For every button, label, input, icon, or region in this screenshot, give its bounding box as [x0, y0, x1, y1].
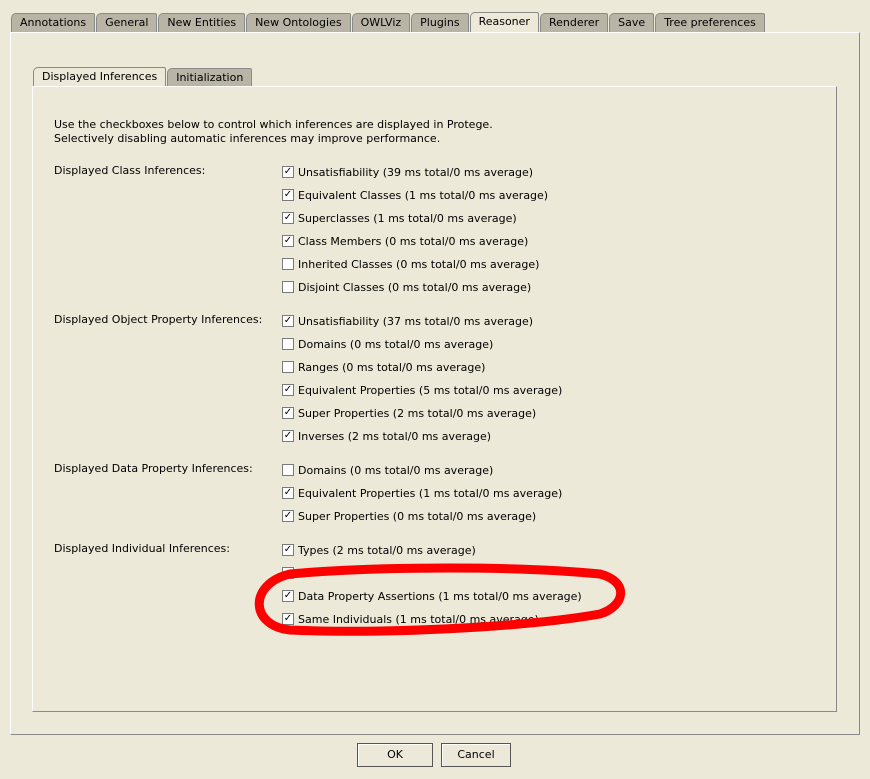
inference-checkbox-row[interactable]: ✓ Super Properties (0 ms total/0 ms avera…	[282, 508, 536, 524]
inference-checkbox-row[interactable]: Inherited Classes (0 ms total/0 ms avera…	[282, 256, 539, 272]
inference-checkbox-row[interactable]: ✓ Superclasses (1 ms total/0 ms average)	[282, 210, 517, 226]
inference-checkbox-row[interactable]: Disjoint Classes (0 ms total/0 ms averag…	[282, 279, 531, 295]
tab-annotations[interactable]: Annotations	[11, 13, 96, 32]
inference-checkbox-row[interactable]: Domains (0 ms total/0 ms average)	[282, 336, 493, 352]
checkbox-label: Domains (0 ms total/0 ms average)	[298, 463, 494, 477]
checkbox-label: Superclasses (1 ms total/0 ms average)	[298, 211, 517, 225]
checkbox-label: Disjoint Classes (0 ms total/0 ms averag…	[298, 280, 532, 294]
checkbox[interactable]: ✓	[282, 189, 294, 201]
checkbox-label: Super Properties (0 ms total/0 ms averag…	[298, 509, 537, 523]
inference-checkbox-row[interactable]: ✓ Inverses (2 ms total/0 ms average)	[282, 428, 491, 444]
reasoner-subtabs: Displayed Inferences Initialization	[33, 67, 253, 87]
checkbox[interactable]: ✓	[282, 487, 294, 499]
inference-checkbox-row[interactable]	[282, 565, 298, 581]
checkbox[interactable]: ✓	[282, 407, 294, 419]
inference-checkbox-row[interactable]: ✓ Equivalent Classes (1 ms total/0 ms ave…	[282, 187, 548, 203]
checkbox[interactable]: ✓	[282, 315, 294, 327]
checkbox-label: Super Properties (2 ms total/0 ms averag…	[298, 406, 537, 420]
checkbox[interactable]	[282, 258, 294, 270]
intro-text: Use the checkboxes below to control whic…	[54, 118, 493, 146]
checkbox[interactable]	[282, 567, 294, 579]
preferences-tabs: Annotations General New Entities New Ontolo…	[11, 12, 766, 32]
checkbox[interactable]: ✓	[282, 235, 294, 247]
checkbox[interactable]	[282, 338, 294, 350]
inference-checkbox-row[interactable]: ✓ Equivalent Properties (1 ms total/0 ms …	[282, 485, 562, 501]
checkbox-label: Data Property Assertions (1 ms total/0 m…	[298, 589, 582, 603]
checkbox-label: Equivalent Classes (1 ms total/0 ms aver…	[298, 188, 549, 202]
checkbox-label: Ranges (0 ms total/0 ms average)	[298, 360, 486, 374]
checkbox[interactable]	[282, 281, 294, 293]
checkbox-label: Unsatisfiability (37 ms total/0 ms avera…	[298, 314, 534, 328]
checkbox-label: Unsatisfiability (39 ms total/0 ms avera…	[298, 165, 534, 179]
tab-general[interactable]: General	[96, 13, 158, 32]
inference-checkbox-row[interactable]: ✓ Unsatisfiability (39 ms total/0 ms aver…	[282, 164, 533, 180]
checkbox-label: Same Individuals (1 ms total/0 ms averag…	[298, 612, 539, 626]
inference-checkbox-row[interactable]: ✓ Super Properties (2 ms total/0 ms avera…	[282, 405, 536, 421]
checkbox-label: Equivalent Properties (5 ms total/0 ms a…	[298, 383, 563, 397]
subtab-initialization[interactable]: Initialization	[167, 68, 253, 87]
checkbox[interactable]: ✓	[282, 166, 294, 178]
tab-plugins[interactable]: Plugins	[411, 13, 469, 32]
inference-checkbox-row[interactable]: ✓ Unsatisfiability (37 ms total/0 ms aver…	[282, 313, 533, 329]
checkbox[interactable]: ✓	[282, 613, 294, 625]
checkbox[interactable]	[282, 464, 294, 476]
group-label: Displayed Individual Inferences:	[54, 542, 230, 555]
checkbox-label: Equivalent Properties (1 ms total/0 ms a…	[298, 486, 563, 500]
tab-reasoner[interactable]: Reasoner	[469, 12, 539, 32]
subtab-displayed-inferences[interactable]: Displayed Inferences	[33, 67, 167, 87]
checkbox-label: Types (2 ms total/0 ms average)	[298, 543, 476, 557]
checkbox-label: Class Members (0 ms total/0 ms average)	[298, 234, 529, 248]
inference-checkbox-row[interactable]: ✓ Same Individuals (1 ms total/0 ms avera…	[282, 611, 539, 627]
tab-renderer[interactable]: Renderer	[539, 13, 609, 32]
checkbox[interactable]: ✓	[282, 212, 294, 224]
inference-checkbox-row[interactable]: Ranges (0 ms total/0 ms average)	[282, 359, 485, 375]
checkbox-label: Inverses (2 ms total/0 ms average)	[298, 429, 492, 443]
intro-line: Selectively disabling automatic inferenc…	[54, 132, 441, 145]
group-label: Displayed Data Property Inferences:	[54, 462, 253, 475]
checkbox[interactable]: ✓	[282, 544, 294, 556]
inference-checkbox-row[interactable]: ✓ Class Members (0 ms total/0 ms average)	[282, 233, 528, 249]
checkbox[interactable]: ✓	[282, 384, 294, 396]
tab-new-ontologies[interactable]: New Ontologies	[246, 13, 351, 32]
tab-owlviz[interactable]: OWLViz	[351, 13, 411, 32]
checkbox-label: Domains (0 ms total/0 ms average)	[298, 337, 494, 351]
checkbox[interactable]	[282, 361, 294, 373]
cancel-button[interactable]: Cancel	[441, 743, 511, 767]
ok-button[interactable]: OK	[357, 743, 433, 767]
tab-tree-preferences[interactable]: Tree preferences	[655, 13, 765, 32]
inference-checkbox-row[interactable]: Domains (0 ms total/0 ms average)	[282, 462, 493, 478]
group-label: Displayed Class Inferences:	[54, 164, 206, 177]
checkbox[interactable]: ✓	[282, 590, 294, 602]
inference-checkbox-row[interactable]: ✓ Types (2 ms total/0 ms average)	[282, 542, 476, 558]
inference-checkbox-row[interactable]: ✓ Equivalent Properties (5 ms total/0 ms …	[282, 382, 562, 398]
inference-checkbox-row[interactable]: ✓ Data Property Assertions (1 ms total/0 …	[282, 588, 582, 604]
group-label: Displayed Object Property Inferences:	[54, 313, 263, 326]
intro-line: Use the checkboxes below to control whic…	[54, 118, 493, 131]
checkbox[interactable]: ✓	[282, 510, 294, 522]
checkbox[interactable]: ✓	[282, 430, 294, 442]
tab-new-entities[interactable]: New Entities	[158, 13, 246, 32]
tab-save[interactable]: Save	[609, 13, 655, 32]
checkbox-label: Inherited Classes (0 ms total/0 ms avera…	[298, 257, 540, 271]
